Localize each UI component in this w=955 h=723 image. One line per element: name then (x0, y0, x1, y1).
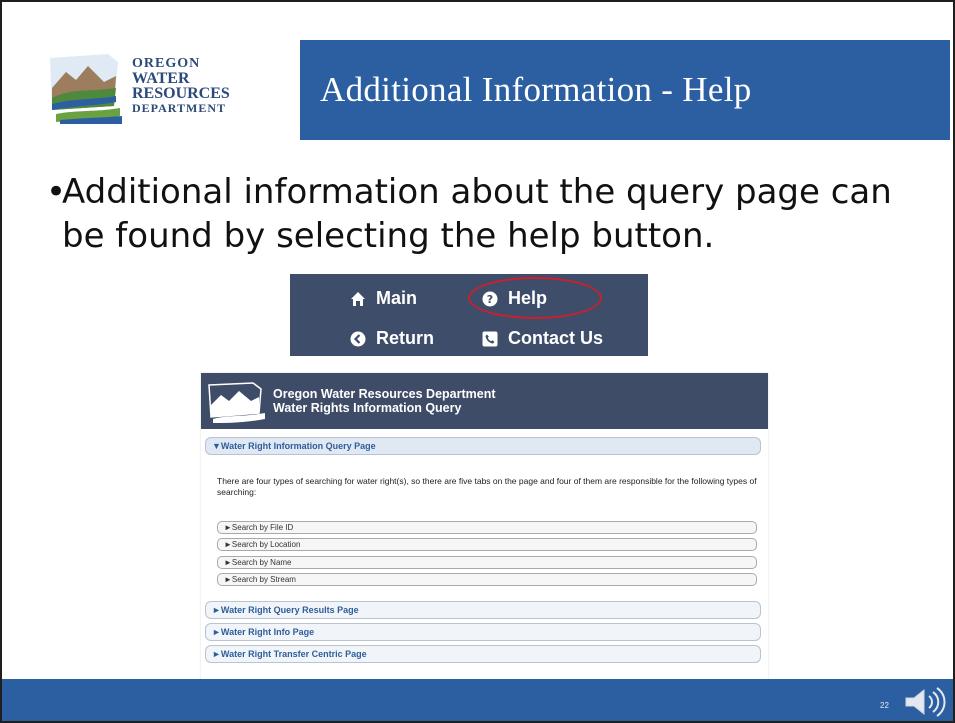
logo-line-department: DEPARTMENT (132, 101, 227, 115)
screenshot-header-line1: Oregon Water Resources Department (273, 387, 496, 401)
logo-landscape-image (46, 48, 126, 126)
screenshot-header-title: Oregon Water Resources Department Water … (273, 387, 496, 415)
section-query-page-open[interactable]: ▼Water Right Information Query Page (205, 437, 761, 455)
sub-item-file-id[interactable]: ►Search by File ID (217, 521, 757, 534)
screenshot-header: Oregon Water Resources Department Water … (201, 373, 768, 429)
logo-line-oregon: OREGON (132, 56, 201, 71)
section-info-page[interactable]: ►Water Right Info Page (205, 623, 761, 641)
sub-item-name[interactable]: ►Search by Name (217, 556, 757, 569)
screenshot-header-line2: Water Rights Information Query (273, 401, 462, 415)
logo-line-water: WATER (132, 70, 190, 87)
phone-icon (482, 331, 498, 346)
section-paragraph: There are four types of searching for wa… (217, 476, 757, 497)
bullet-dot: • (46, 172, 67, 212)
screenshot-logo-image (208, 382, 265, 423)
nav-main-button[interactable]: Main (350, 288, 417, 309)
section-transfer-centric[interactable]: ►Water Right Transfer Centric Page (205, 645, 761, 663)
sub-item-stream[interactable]: ►Search by Stream (217, 573, 757, 586)
page-number: 22 (880, 701, 889, 710)
nav-main-label: Main (376, 288, 418, 308)
nav-return-label: Return (376, 328, 434, 348)
bullet-text: Additional information about the query p… (62, 172, 892, 256)
logo-wordmark: OREGON WATER RESOURCES DEPARTMENT (132, 56, 230, 116)
bullet-point: • Additional information about the query… (46, 170, 926, 258)
owrd-logo: OREGON WATER RESOURCES DEPARTMENT (46, 42, 276, 134)
logo-line-resources: RESOURCES (132, 85, 230, 102)
nav-contact-label: Contact Us (508, 328, 604, 348)
speaker-icon[interactable] (900, 686, 950, 718)
nav-panel: Main ? Help Return Contact Us (290, 274, 648, 356)
section-query-results[interactable]: ►Water Right Query Results Page (205, 601, 761, 619)
slide-footer-bar (2, 679, 953, 721)
help-page-screenshot: Oregon Water Resources Department Water … (201, 373, 768, 682)
slide-title-banner: Additional Information - Help (300, 40, 950, 140)
nav-return-button[interactable]: Return (350, 328, 434, 349)
slide: OREGON WATER RESOURCES DEPARTMENT Additi… (0, 0, 955, 723)
nav-contact-button[interactable]: Contact Us (482, 328, 603, 349)
sub-item-location[interactable]: ►Search by Location (217, 538, 757, 551)
help-highlight-ring (468, 277, 602, 319)
home-icon (351, 291, 365, 306)
slide-title: Additional Information - Help (320, 70, 752, 109)
back-circle-icon (350, 331, 366, 346)
